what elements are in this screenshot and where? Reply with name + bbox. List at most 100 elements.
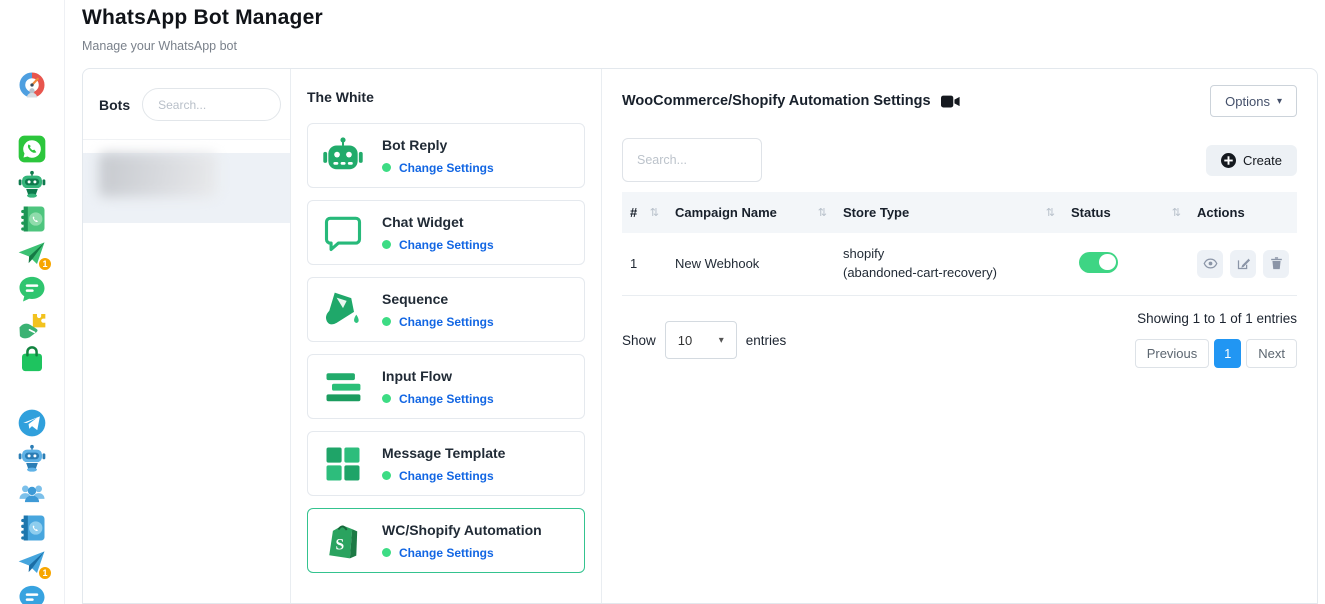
- status-cell: [1063, 233, 1189, 295]
- whatsapp-bot-icon: [17, 169, 47, 199]
- sidebar-item-whatsapp-campaign[interactable]: 1: [16, 239, 48, 269]
- options-button[interactable]: Options ▾: [1210, 85, 1297, 117]
- bots-label: Bots: [99, 97, 130, 113]
- bots-search-input[interactable]: [142, 88, 281, 121]
- change-settings-link[interactable]: Change Settings: [399, 238, 494, 252]
- table-search-input[interactable]: [622, 138, 762, 182]
- bots-panel-header: Bots: [83, 69, 290, 140]
- bot-menu-panel: The White Bot Reply: [291, 69, 602, 603]
- svg-text:S: S: [335, 536, 344, 553]
- store-icon: [17, 344, 47, 374]
- column-header-index[interactable]: #⇅: [622, 192, 667, 233]
- sidebar-item-dashboard[interactable]: [16, 70, 48, 100]
- menu-item-label: Bot Reply: [382, 137, 494, 153]
- menu-item-bot-reply[interactable]: Bot Reply Change Settings: [307, 123, 585, 188]
- create-button[interactable]: Create: [1206, 145, 1297, 176]
- sidebar-item-whatsapp[interactable]: [16, 134, 48, 164]
- input-flow-icon: [321, 365, 365, 409]
- sidebar-item-whatsapp-bot[interactable]: [16, 169, 48, 199]
- sidebar-item-whatsapp-contacts[interactable]: [16, 204, 48, 234]
- campaign-name-cell: New Webhook: [667, 233, 835, 295]
- sidebar-item-telegram[interactable]: [16, 408, 48, 438]
- panel-title: WooCommerce/Shopify Automation Settings: [622, 93, 931, 109]
- tutorial-video-button[interactable]: [941, 94, 960, 109]
- sidebar-item-telegram-campaign[interactable]: 1: [16, 548, 48, 578]
- sidebar-item-telegram-bot[interactable]: [16, 443, 48, 473]
- campaigns-table: #⇅ Campaign Name⇅ Store Type⇅ Status⇅ Ac…: [622, 192, 1297, 296]
- plus-circle-icon: [1221, 153, 1236, 168]
- shopify-icon: S: [321, 519, 365, 563]
- status-dot: [382, 471, 391, 480]
- sort-icon: ⇅: [1046, 206, 1055, 219]
- sort-icon: ⇅: [650, 206, 659, 219]
- column-header-campaign-name[interactable]: Campaign Name⇅: [667, 192, 835, 233]
- menu-item-message-template[interactable]: Message Template Change Settings: [307, 431, 585, 496]
- sidebar-item-store[interactable]: [16, 344, 48, 374]
- telegram-chat-icon: [17, 583, 47, 604]
- whatsapp-chat-icon: [17, 274, 47, 304]
- page-size-select[interactable]: 10 ▾: [665, 321, 737, 359]
- column-header-store-type[interactable]: Store Type⇅: [835, 192, 1063, 233]
- menu-item-sequence[interactable]: Sequence Change Settings: [307, 277, 585, 342]
- change-settings-link[interactable]: Change Settings: [399, 469, 494, 483]
- bot-list-item-selected[interactable]: [83, 153, 290, 223]
- table-row: 1 New Webhook shopify (abandoned-cart-re…: [622, 233, 1297, 295]
- menu-item-label: Message Template: [382, 445, 505, 461]
- sort-icon: ⇅: [1172, 206, 1181, 219]
- page-content: WhatsApp Bot Manager Manage your WhatsAp…: [65, 0, 1325, 604]
- pagination: Previous 1 Next: [1135, 339, 1297, 368]
- menu-item-chat-widget[interactable]: Chat Widget Change Settings: [307, 200, 585, 265]
- next-page-button[interactable]: Next: [1246, 339, 1297, 368]
- column-header-status[interactable]: Status⇅: [1063, 192, 1189, 233]
- telegram-bot-icon: [17, 443, 47, 473]
- telegram-contacts-icon: [17, 513, 47, 543]
- menu-item-input-flow[interactable]: Input Flow Change Settings: [307, 354, 585, 419]
- page-1-button[interactable]: 1: [1214, 339, 1241, 368]
- change-settings-link[interactable]: Change Settings: [399, 546, 494, 560]
- icon-sidebar: 1: [0, 0, 65, 604]
- change-settings-link[interactable]: Change Settings: [399, 315, 494, 329]
- integration-icon: [17, 309, 47, 339]
- actions-cell: [1189, 233, 1297, 295]
- automation-settings-panel: WooCommerce/Shopify Automation Settings …: [602, 69, 1317, 603]
- selected-bot-name: The White: [307, 89, 585, 105]
- delete-button[interactable]: [1263, 250, 1289, 278]
- show-label: Show: [622, 333, 656, 348]
- change-settings-link[interactable]: Change Settings: [399, 161, 494, 175]
- entries-label: entries: [746, 333, 787, 348]
- whatsapp-icon: [17, 134, 47, 164]
- menu-item-wc-shopify-automation[interactable]: S WC/Shopify Automation Change Settings: [307, 508, 585, 573]
- sidebar-item-whatsapp-chat[interactable]: [16, 274, 48, 304]
- status-dot: [382, 163, 391, 172]
- status-dot: [382, 317, 391, 326]
- menu-item-label: WC/Shopify Automation: [382, 522, 542, 538]
- store-type-cell: shopify (abandoned-cart-recovery): [835, 233, 1063, 295]
- sidebar-item-telegram-chat[interactable]: [16, 583, 48, 604]
- previous-page-button[interactable]: Previous: [1135, 339, 1210, 368]
- sidebar-item-integrations[interactable]: [16, 309, 48, 339]
- eye-icon: [1203, 256, 1218, 271]
- menu-item-label: Sequence: [382, 291, 494, 307]
- app-root: 1: [0, 0, 1325, 604]
- chevron-down-icon: ▾: [719, 335, 724, 346]
- change-settings-link[interactable]: Change Settings: [399, 392, 494, 406]
- caret-down-icon: ▾: [1277, 96, 1282, 107]
- toggle-knob: [1099, 254, 1116, 271]
- sequence-icon: [321, 288, 365, 332]
- sidebar-item-telegram-contacts[interactable]: [16, 513, 48, 543]
- sidebar-item-telegram-groups[interactable]: [16, 478, 48, 508]
- status-dot: [382, 240, 391, 249]
- table-header-row: #⇅ Campaign Name⇅ Store Type⇅ Status⇅ Ac…: [622, 192, 1297, 233]
- chat-widget-icon: [321, 211, 365, 255]
- status-toggle[interactable]: [1079, 252, 1118, 273]
- sort-icon: ⇅: [818, 206, 827, 219]
- page-title: WhatsApp Bot Manager: [82, 6, 1318, 30]
- edit-button[interactable]: [1230, 250, 1256, 278]
- whatsapp-contacts-icon: [17, 204, 47, 234]
- bot-name-redacted: [99, 153, 217, 197]
- entries-summary: Showing 1 to 1 of 1 entries: [1137, 311, 1297, 326]
- view-button[interactable]: [1197, 250, 1223, 278]
- bots-panel: Bots: [83, 69, 291, 603]
- message-template-icon: [321, 442, 365, 486]
- row-index: 1: [622, 233, 667, 295]
